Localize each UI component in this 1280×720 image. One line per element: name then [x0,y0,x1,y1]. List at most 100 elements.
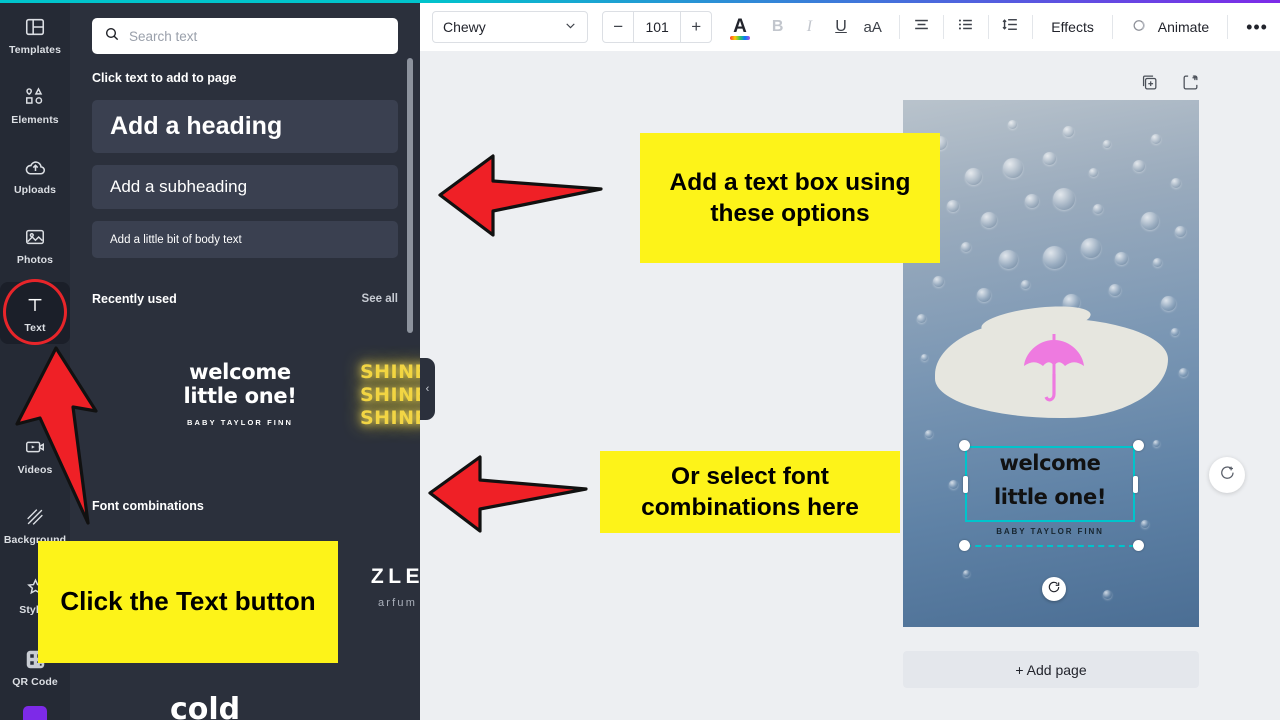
thumb-line-2: SHINE [359,383,420,406]
chevron-left-icon: ‹ [425,383,430,395]
resize-handle-bottom-right[interactable] [1133,540,1144,551]
add-heading-option[interactable]: Add a heading [92,100,398,153]
effects-button[interactable]: Effects [1039,10,1106,44]
add-comment-icon [1218,464,1236,487]
resize-handle-top-left[interactable] [959,440,970,451]
raindrop [1103,590,1112,599]
raindrop [1021,280,1030,289]
collapse-panel-handle[interactable]: ‹ [420,358,435,420]
raindrop [1171,178,1181,188]
duplicate-page-icon[interactable] [1140,73,1159,97]
add-comment-button[interactable] [1209,457,1245,493]
rotate-handle-icon [1047,580,1061,599]
bold-button[interactable]: B [762,10,794,44]
add-page-icon[interactable] [1181,73,1200,97]
align-button[interactable] [905,10,937,44]
raindrop [1133,160,1145,172]
font-family-value: Chewy [443,19,486,35]
recently-used-thumb-welcome[interactable]: welcome little one! BABY TAYLOR FINN [170,350,310,438]
resize-handle-top-right[interactable] [1133,440,1144,451]
font-combination-thumb-1[interactable]: ZLE arfum [325,565,420,609]
raindrop [1081,238,1101,258]
sidebar-item-uploads[interactable]: Uploads [0,144,70,206]
selected-text-element[interactable]: welcome little one! BABY TAYLOR FINN [959,440,1144,551]
line-spacing-button[interactable] [995,10,1027,44]
italic-button[interactable]: I [794,10,826,44]
raindrop [949,480,958,489]
raindrop [1109,284,1121,296]
raindrop [981,212,997,228]
font-size-decrease-button[interactable]: − [603,12,633,42]
thumb-line-2: little one! [183,383,297,408]
toolbar-divider [1111,15,1113,39]
text-line-2: little one! [993,485,1107,509]
sidebar-item-templates[interactable]: Templates [0,4,70,66]
templates-icon [24,14,46,40]
add-body-text-option[interactable]: Add a little bit of body text [92,221,398,258]
raindrop [933,276,944,287]
text-format-toolbar: Chewy − 101 + A B I U aA Effects Animate… [420,3,1280,51]
resize-handle-bottom-left[interactable] [959,540,970,551]
annotation-callout-3: Click the Text button [38,541,338,663]
toolbar-divider [987,15,989,39]
font-family-select[interactable]: Chewy [432,11,589,43]
raindrop [1115,252,1128,265]
font-size-stepper: − 101 + [602,11,713,43]
raindrop [965,168,982,185]
recently-used-title: Recently used [92,292,177,306]
raindrop [925,430,933,438]
text-color-button[interactable]: A [724,10,756,44]
raindrop [1093,204,1103,214]
align-icon [912,15,931,39]
more-options-button[interactable]: ••• [1234,10,1280,44]
raindrop [921,354,928,361]
sidebar-item-label: QR Code [12,676,58,688]
rotate-handle[interactable] [1042,577,1066,601]
raindrop [1141,212,1159,230]
animate-button[interactable]: Animate [1119,10,1221,44]
underline-button[interactable]: U [825,10,857,44]
color-gradient-swatch [730,36,750,40]
annotation-callout-1: Add a text box using these options [640,133,940,263]
add-subheading-option[interactable]: Add a subheading [92,165,398,209]
thumb-line-3: SHINE [359,406,420,429]
text-button-highlight-circle [3,279,67,345]
page-tools [1140,73,1200,97]
search-input[interactable] [129,28,386,44]
thumb-line-1: welcome [189,359,291,384]
photos-icon [24,224,46,250]
elements-icon [24,84,46,110]
sidebar-item-more-apps[interactable] [23,706,47,720]
resize-handle-left[interactable] [963,476,968,493]
raindrop [1151,134,1161,144]
sidebar-item-photos[interactable]: Photos [0,214,70,276]
thumb-subtitle: BABY TAYLOR FINN [187,418,293,428]
add-page-button[interactable]: + Add page [903,651,1199,688]
line-spacing-icon [1001,15,1020,39]
umbrella-illustration [1021,332,1087,408]
font-size-input[interactable]: 101 [633,12,682,42]
panel-scrollbar-thumb[interactable] [407,58,413,333]
resize-handle-right[interactable] [1133,476,1138,493]
canva-editor-screen: Templates Elements Uploads Photos Text V… [0,0,1280,720]
raindrop [1103,140,1111,148]
thumb-line-1: SHINE [359,360,420,383]
raindrop [1161,296,1176,311]
search-text-box[interactable] [92,18,398,54]
see-all-link[interactable]: See all [362,293,398,305]
font-size-increase-button[interactable]: + [681,12,711,42]
raindrop [961,242,971,252]
sidebar-item-label: Elements [11,114,59,126]
sidebar-item-label: Templates [8,44,62,56]
brand-accent-bar [0,0,1280,3]
toolbar-divider [898,15,900,39]
text-case-button[interactable]: aA [857,10,889,44]
bullet-list-button[interactable] [950,10,982,44]
selection-dashed-edge [965,545,1135,547]
sidebar-item-elements[interactable]: Elements [0,74,70,136]
toolbar-divider [1032,15,1034,39]
search-icon [104,26,120,47]
recently-used-thumb-shine[interactable]: SHINE SHINE SHINE [347,352,420,437]
design-page-canvas[interactable]: welcome little one! BABY TAYLOR FINN [903,100,1199,627]
font-combination-thumb-2[interactable]: cold [170,692,240,720]
